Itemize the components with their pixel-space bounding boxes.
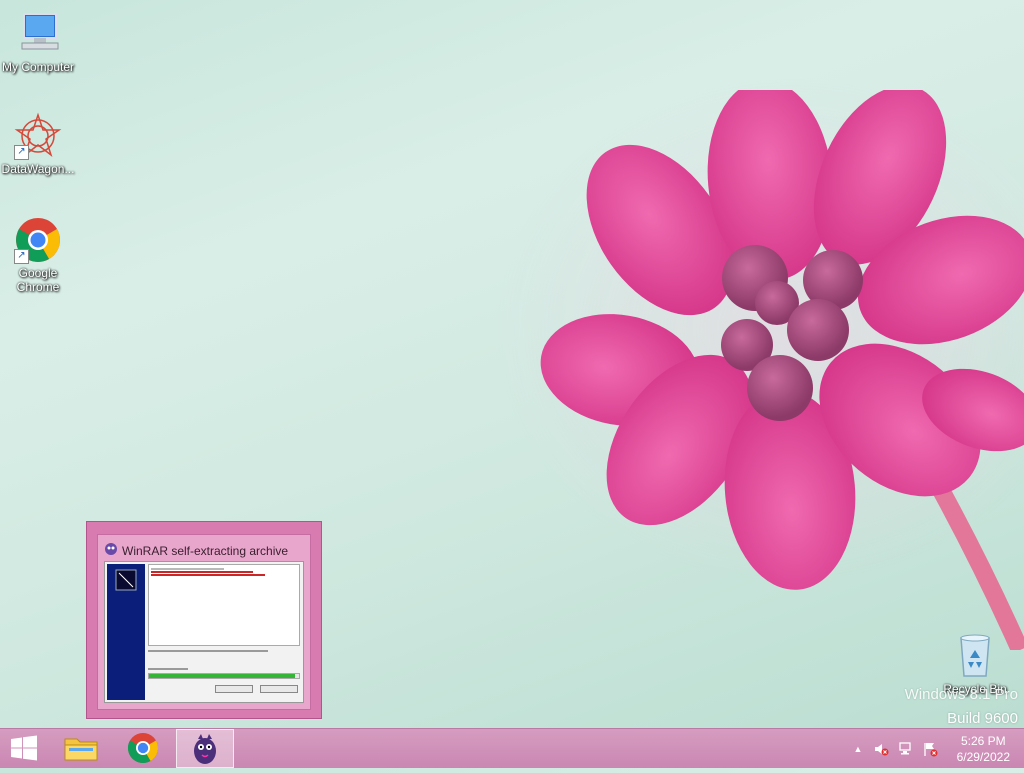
- desktop-icon-label: DataWagon...: [1, 162, 75, 176]
- taskbar-winrar-button[interactable]: [176, 729, 234, 768]
- chrome-icon: ↗: [14, 216, 62, 264]
- taskbar-thumbnail-preview[interactable]: WinRAR self-extracting archive: [86, 521, 322, 719]
- wallpaper-flower: [540, 90, 1024, 650]
- thumbnail-progress-bar: [148, 673, 300, 679]
- clock-date: 6/29/2022: [956, 750, 1010, 764]
- desktop-icon-google-chrome[interactable]: ↗ Google Chrome: [0, 216, 78, 294]
- desktop-icon-label: Google Chrome: [16, 266, 60, 294]
- log-line: [151, 568, 224, 570]
- log-error-line: [151, 571, 254, 573]
- taskbar-clock[interactable]: 5:26 PM 6/29/2022: [957, 733, 1010, 765]
- datawagon-icon: ↗: [14, 112, 62, 160]
- thumbnail-window-snapshot: [104, 561, 304, 703]
- taskbar-file-explorer-button[interactable]: [52, 729, 110, 768]
- thumbnail-progress-fill: [149, 674, 295, 678]
- log-error-line: [151, 574, 265, 576]
- thumbnail-frame: WinRAR self-extracting archive: [97, 534, 311, 710]
- windows-logo-icon: [11, 735, 37, 761]
- thumbnail-title: WinRAR self-extracting archive: [104, 542, 288, 559]
- winrar-icon: [104, 542, 118, 559]
- chrome-icon: [127, 733, 159, 764]
- network-icon[interactable]: [898, 741, 914, 757]
- windows-edition-watermark: Windows 8.1 Pro: [904, 686, 1018, 703]
- show-hidden-icons-chevron-icon[interactable]: ▲: [850, 741, 866, 757]
- desktop-icon-my-computer[interactable]: My Computer: [0, 10, 78, 74]
- taskbar-chrome-button[interactable]: [114, 729, 172, 768]
- shortcut-arrow-icon: ↗: [14, 249, 29, 264]
- thumbnail-button: [260, 685, 298, 693]
- thumbnail-button: [215, 685, 253, 693]
- start-button[interactable]: [0, 729, 48, 768]
- thumbnail-progress-label: [148, 668, 188, 670]
- shortcut-arrow-icon: ↗: [14, 145, 29, 160]
- thumbnail-status-line: [148, 650, 268, 652]
- thumbnail-side-banner: [107, 564, 145, 700]
- recycle-bin-icon: [951, 632, 999, 680]
- desktop-icon-datawagon[interactable]: ↗ DataWagon...: [0, 112, 78, 176]
- winrar-icon: [194, 734, 216, 764]
- windows-build-watermark: Build 9600: [947, 710, 1018, 727]
- action-center-flag-icon[interactable]: [922, 741, 938, 757]
- thumbnail-title-text: WinRAR self-extracting archive: [122, 543, 289, 558]
- speaker-muted-icon[interactable]: [873, 741, 889, 757]
- computer-icon: [14, 10, 62, 58]
- desktop-icon-label: My Computer: [1, 60, 75, 74]
- folder-icon: [64, 738, 98, 761]
- taskbar: ▲ 5:26 PM 6/29/2022: [0, 728, 1024, 768]
- thumbnail-log-box: [148, 564, 300, 646]
- clock-time: 5:26 PM: [960, 734, 1006, 748]
